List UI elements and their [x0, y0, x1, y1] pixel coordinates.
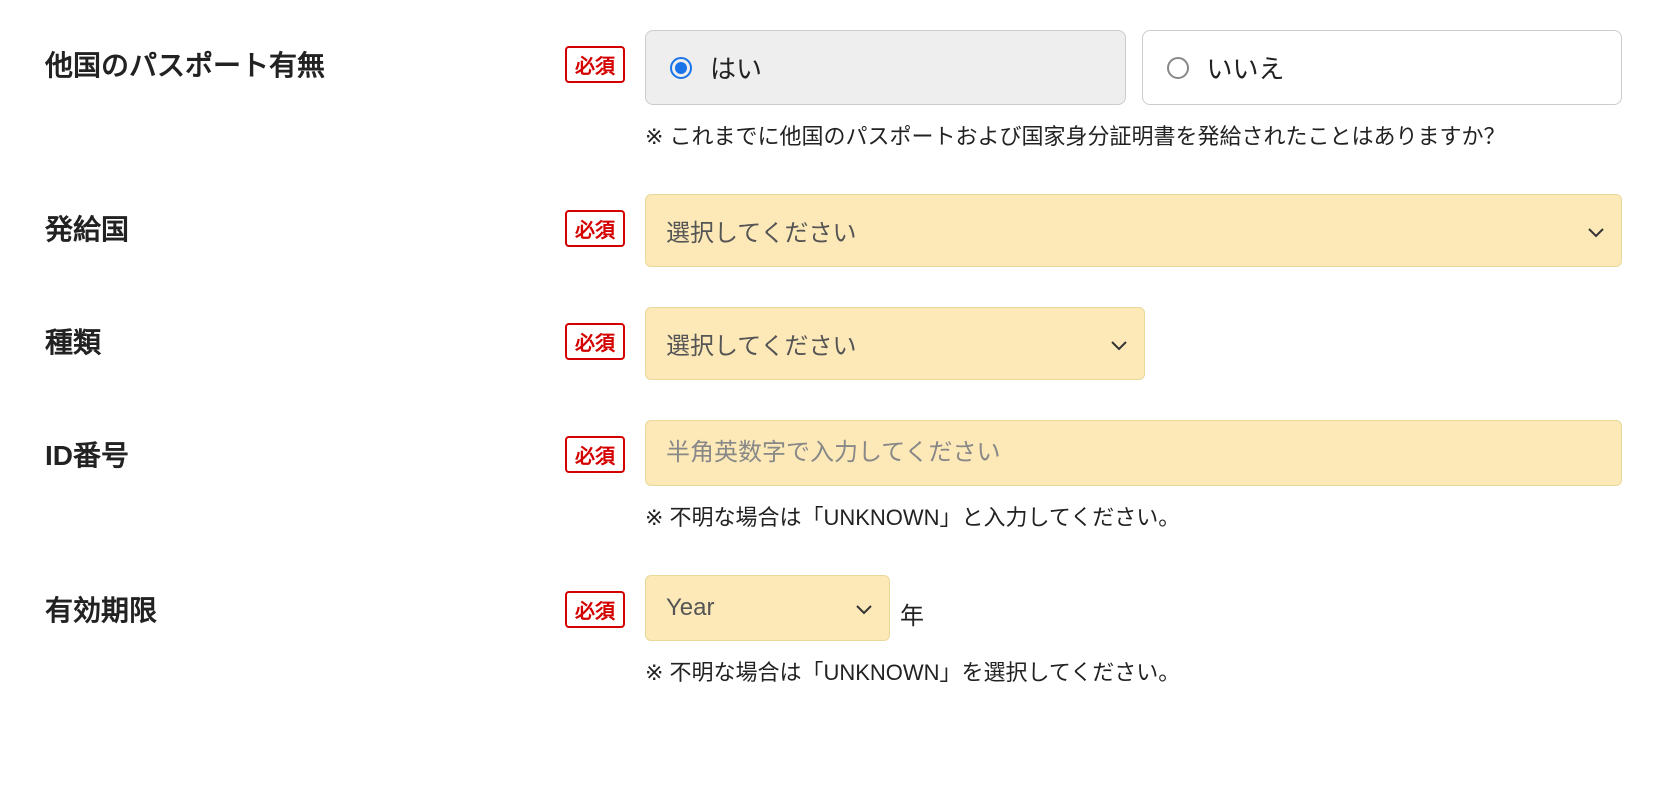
doc-type-select-wrap: 選択してください — [645, 307, 1145, 380]
label-other-passport: 他国のパスポート有無 — [45, 44, 325, 84]
help-expiry: ※不明な場合は「UNKNOWN」を選択してください。 — [645, 655, 1622, 690]
radio-option-no[interactable]: いいえ — [1142, 30, 1623, 105]
required-tag: 必須 — [565, 591, 625, 628]
required-tag: 必須 — [565, 210, 625, 247]
label-col: 発給国 必須 — [45, 194, 645, 248]
help-other-passport: ※これまでに他国のパスポートおよび国家身分証明書を発給されたことはありますか？ — [645, 119, 1622, 154]
id-number-input[interactable] — [645, 420, 1622, 486]
radio-icon — [1167, 57, 1189, 79]
asterisk-icon: ※ — [645, 505, 663, 530]
other-passport-radio-group: はい いいえ — [645, 30, 1622, 105]
radio-label-no: いいえ — [1207, 49, 1285, 86]
asterisk-icon: ※ — [645, 660, 663, 685]
doc-type-select[interactable]: 選択してください — [645, 307, 1145, 380]
input-col: はい いいえ ※これまでに他国のパスポートおよび国家身分証明書を発給されたことは… — [645, 30, 1622, 154]
expiry-year-select[interactable]: Year — [645, 575, 890, 641]
help-text-content: これまでに他国のパスポートおよび国家身分証明書を発給されたことはありますか？ — [669, 124, 1505, 149]
input-col: 選択してください — [645, 307, 1622, 380]
label-col: ID番号 必須 — [45, 420, 645, 474]
expiry-year-select-wrap: Year — [645, 575, 890, 641]
label-col: 有効期限 必須 — [45, 575, 645, 629]
row-id-number: ID番号 必須 ※不明な場合は「UNKNOWN」と入力してください。 — [45, 420, 1622, 535]
label-col: 他国のパスポート有無 必須 — [45, 30, 645, 84]
required-tag: 必須 — [565, 46, 625, 83]
asterisk-icon: ※ — [645, 124, 663, 149]
input-col: 選択してください — [645, 194, 1622, 267]
input-col: ※不明な場合は「UNKNOWN」と入力してください。 — [645, 420, 1622, 535]
help-id-number: ※不明な場合は「UNKNOWN」と入力してください。 — [645, 500, 1622, 535]
radio-option-yes[interactable]: はい — [645, 30, 1126, 105]
radio-icon — [670, 57, 692, 79]
label-issuing-country: 発給国 — [45, 208, 129, 248]
row-doc-type: 種類 必須 選択してください — [45, 307, 1622, 380]
expiry-inline-row: Year 年 — [645, 575, 1622, 641]
row-issuing-country: 発給国 必須 選択してください — [45, 194, 1622, 267]
required-tag: 必須 — [565, 323, 625, 360]
radio-label-yes: はい — [710, 49, 762, 86]
input-col: Year 年 ※不明な場合は「UNKNOWN」を選択してください。 — [645, 575, 1622, 690]
label-col: 種類 必須 — [45, 307, 645, 361]
row-expiry: 有効期限 必須 Year 年 ※不明な場合は「UNKNOWN」を選択してください… — [45, 575, 1622, 690]
help-text-content: 不明な場合は「UNKNOWN」を選択してください。 — [669, 660, 1180, 685]
year-unit-label: 年 — [900, 596, 924, 641]
help-text-content: 不明な場合は「UNKNOWN」と入力してください。 — [669, 505, 1180, 530]
issuing-country-select[interactable]: 選択してください — [645, 194, 1622, 267]
row-other-passport: 他国のパスポート有無 必須 はい いいえ ※これまでに他国のパスポートおよび国家… — [45, 30, 1622, 154]
label-expiry: 有効期限 — [45, 589, 157, 629]
label-id-number: ID番号 — [45, 434, 129, 474]
issuing-country-select-wrap: 選択してください — [645, 194, 1622, 267]
label-doc-type: 種類 — [45, 321, 101, 361]
required-tag: 必須 — [565, 436, 625, 473]
